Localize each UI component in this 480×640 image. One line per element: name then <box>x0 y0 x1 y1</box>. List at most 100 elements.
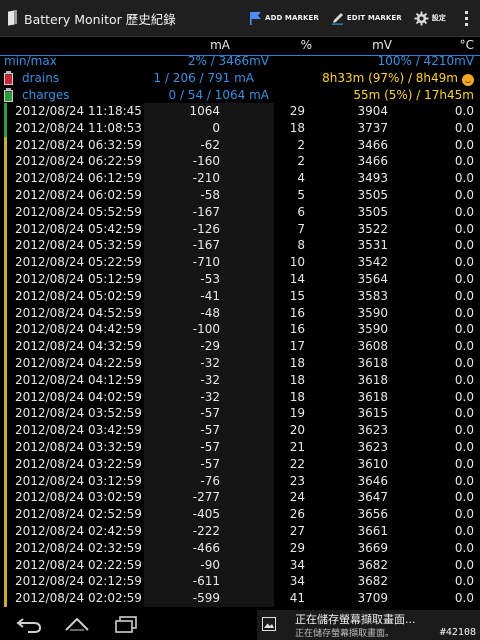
charges-row: charges 0 / 54 / 1064 mA 55m (5%) / 17h4… <box>0 87 480 104</box>
battery-monitor-app-icon[interactable] <box>8 10 18 26</box>
row-temperature: 0.0 <box>454 137 474 152</box>
drain-indicator <box>4 220 7 238</box>
settings-label: 設定 <box>431 14 446 22</box>
drain-indicator <box>4 438 7 456</box>
row-mv: 3493 <box>357 171 388 186</box>
drain-indicator <box>4 186 7 204</box>
table-row[interactable]: 2012/08/24 03:22:59 -57 22 3610 0.0 <box>0 455 480 473</box>
notification-title: 正在儲存螢幕擷取畫面... <box>295 613 416 626</box>
row-temperature: 0.0 <box>454 557 474 572</box>
table-row[interactable]: 2012/08/24 05:52:59 -167 6 3505 0.0 <box>0 203 480 221</box>
add-marker-button[interactable]: ADD MARKER <box>243 0 325 36</box>
table-row[interactable]: 2012/08/24 05:42:59 -126 7 3522 0.0 <box>0 220 480 238</box>
drain-indicator <box>4 539 7 557</box>
row-mv: 3466 <box>357 154 388 169</box>
row-temperature: 0.0 <box>454 187 474 202</box>
table-row[interactable]: 2012/08/24 03:42:59 -57 20 3623 0.0 <box>0 422 480 439</box>
battery-mood-icon <box>462 74 474 86</box>
drain-indicator <box>4 338 7 355</box>
row-time: 04:52:59 <box>88 305 142 320</box>
row-time: 11:08:53 <box>88 120 142 135</box>
row-percent: 15 <box>289 288 305 303</box>
row-percent: 6 <box>297 204 305 219</box>
edit-marker-button[interactable]: EDIT MARKER <box>325 0 408 36</box>
table-row[interactable]: 2012/08/24 06:12:59 -210 4 3493 0.0 <box>0 170 480 187</box>
row-time: 06:22:59 <box>88 154 142 169</box>
row-mv: 3466 <box>357 137 388 152</box>
row-ma: -41 <box>200 288 220 303</box>
table-row[interactable]: 2012/08/24 06:22:59 -160 2 3466 0.0 <box>0 153 480 171</box>
flag-icon <box>250 11 262 25</box>
table-row[interactable]: 2012/08/24 05:02:59 -41 15 3583 0.0 <box>0 287 480 305</box>
table-row[interactable]: 2012/08/24 11:08:53 0 18 3737 0.0 <box>0 119 480 137</box>
row-ma: 0 <box>212 120 220 135</box>
minmax-row: min/max 2% / 3466mV 100% / 4210mV <box>0 53 480 70</box>
settings-button[interactable]: 設定 <box>408 0 452 36</box>
row-time: 03:12:59 <box>88 473 142 488</box>
row-mv: 3647 <box>357 490 388 505</box>
table-row[interactable]: 2012/08/24 02:52:59 -405 26 3656 0.0 <box>0 506 480 523</box>
table-row[interactable]: 2012/08/24 11:18:45 1064 29 3904 0.0 <box>0 103 480 120</box>
row-temperature: 0.0 <box>454 507 474 522</box>
drain-indicator <box>4 573 7 591</box>
table-row[interactable]: 2012/08/24 05:32:59 -167 8 3531 0.0 <box>0 237 480 255</box>
row-percent: 8 <box>297 238 305 253</box>
drain-indicator <box>4 254 7 271</box>
table-row[interactable]: 2012/08/24 04:22:59 -32 18 3618 0.0 <box>0 354 480 372</box>
row-mv: 3608 <box>357 339 388 354</box>
table-row[interactable]: 2012/08/24 03:52:59 -57 19 3615 0.0 <box>0 405 480 423</box>
row-time: 11:18:45 <box>88 104 142 118</box>
row-time: 04:12:59 <box>88 372 142 387</box>
row-temperature: 0.0 <box>454 171 474 186</box>
row-percent: 19 <box>289 406 305 421</box>
drain-indicator <box>4 472 7 490</box>
history-table[interactable]: 2012/08/24 11:18:45 1064 29 3904 0.0 2012/08/2… <box>0 103 480 607</box>
table-row[interactable]: 2012/08/24 03:32:59 -57 21 3623 0.0 <box>0 438 480 456</box>
row-percent: 34 <box>289 574 305 589</box>
recent-apps-icon[interactable] <box>112 614 142 634</box>
drain-indicator <box>4 321 7 339</box>
row-mv: 3583 <box>357 288 388 303</box>
charge-indicator <box>4 119 7 137</box>
drains-right: 8h33m (97%) / 8h49m <box>322 71 458 85</box>
table-row[interactable]: 2012/08/24 04:42:59 -100 16 3590 0.0 <box>0 321 480 339</box>
table-row[interactable]: 2012/08/24 06:02:59 -58 5 3505 0.0 <box>0 186 480 204</box>
row-date: 2012/08/24 <box>15 406 85 421</box>
row-ma: -58 <box>200 187 220 202</box>
row-percent: 20 <box>289 423 305 438</box>
table-row[interactable]: 2012/08/24 04:12:59 -32 18 3618 0.0 <box>0 371 480 389</box>
back-icon[interactable] <box>14 614 44 634</box>
row-percent: 18 <box>289 120 305 135</box>
table-row[interactable]: 2012/08/24 06:32:59 -62 2 3466 0.0 <box>0 136 480 154</box>
row-time: 02:42:59 <box>88 523 142 538</box>
row-date: 2012/08/24 <box>15 490 85 505</box>
row-time: 04:22:59 <box>88 355 142 370</box>
table-row[interactable]: 2012/08/24 03:12:59 -76 23 3646 0.0 <box>0 472 480 490</box>
table-row[interactable]: 2012/08/24 04:52:59 -48 16 3590 0.0 <box>0 304 480 322</box>
row-mv: 3531 <box>357 238 388 253</box>
screenshot-notification[interactable]: 正在儲存螢幕擷取畫面... 正在儲存螢幕擷取畫面。 #42108 <box>257 610 480 640</box>
table-row[interactable]: 2012/08/24 02:22:59 -90 34 3682 0.0 <box>0 556 480 574</box>
ma-column-shade <box>144 119 274 137</box>
table-row[interactable]: 2012/08/24 04:02:59 -32 18 3618 0.0 <box>0 388 480 406</box>
table-row[interactable]: 2012/08/24 02:32:59 -466 29 3669 0.0 <box>0 539 480 557</box>
row-ma: -126 <box>192 221 220 236</box>
row-date: 2012/08/24 <box>15 423 85 438</box>
row-percent: 23 <box>289 473 305 488</box>
table-row[interactable]: 2012/08/24 05:22:59 -710 10 3542 0.0 <box>0 254 480 271</box>
table-row[interactable]: 2012/08/24 02:02:59 -599 41 3709 0.0 <box>0 590 480 607</box>
table-row[interactable]: 2012/08/24 02:12:59 -611 34 3682 0.0 <box>0 573 480 591</box>
drain-indicator <box>4 287 7 305</box>
home-icon[interactable] <box>62 614 92 634</box>
table-row[interactable]: 2012/08/24 04:32:59 -29 17 3608 0.0 <box>0 338 480 355</box>
row-percent: 17 <box>289 339 305 354</box>
row-percent: 18 <box>289 355 305 370</box>
row-mv: 3623 <box>357 439 388 454</box>
table-row[interactable]: 2012/08/24 03:02:59 -277 24 3647 0.0 <box>0 489 480 507</box>
row-mv: 3709 <box>357 591 388 606</box>
table-row[interactable]: 2012/08/24 02:42:59 -222 27 3661 0.0 <box>0 522 480 540</box>
table-row[interactable]: 2012/08/24 05:12:59 -53 14 3564 0.0 <box>0 270 480 288</box>
overflow-menu-icon[interactable] <box>452 0 480 36</box>
row-time: 04:02:59 <box>88 389 142 404</box>
row-time: 02:32:59 <box>88 540 142 555</box>
